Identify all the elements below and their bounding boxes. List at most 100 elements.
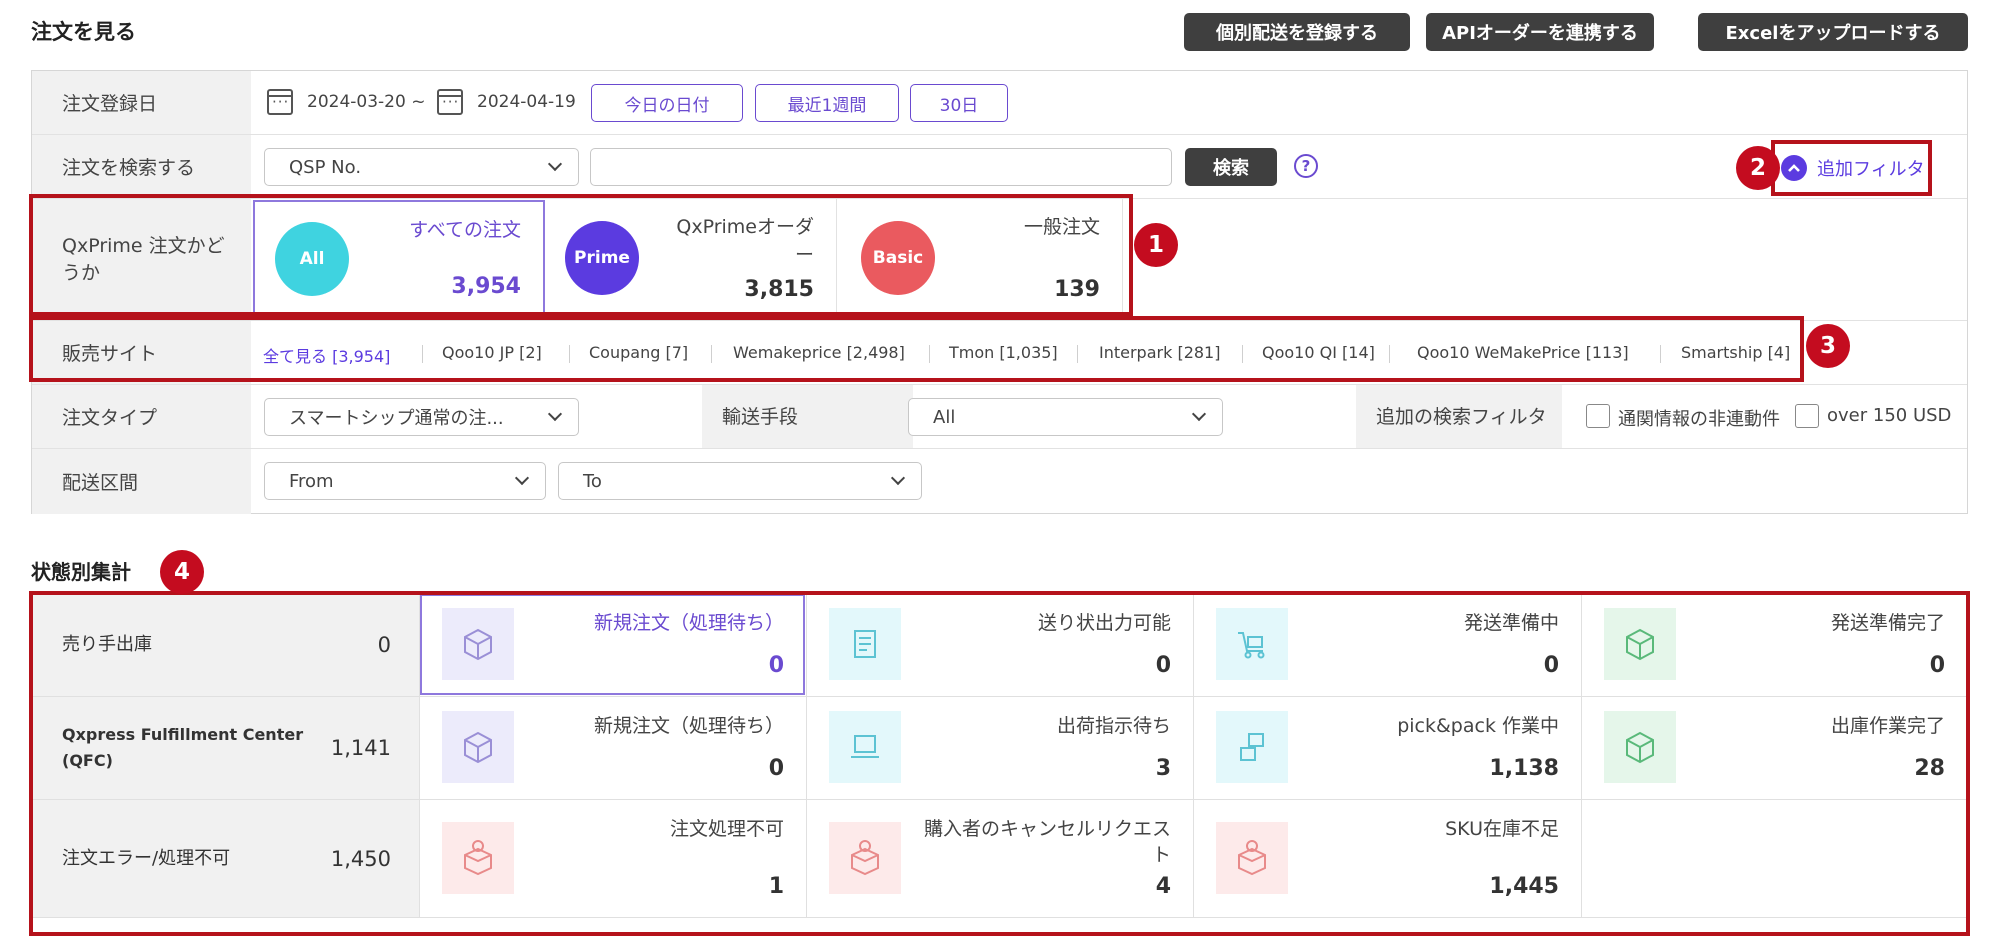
- site-coupang-link[interactable]: Coupang [7]: [589, 343, 688, 362]
- status-cell-qfc-new[interactable]: 新規注文（処理待ち） 0: [420, 697, 807, 800]
- last-week-button[interactable]: 最近1週間: [755, 84, 899, 122]
- box-error-icon: [442, 822, 514, 894]
- divider: [569, 345, 570, 363]
- divider: [1660, 345, 1661, 363]
- chevron-down-icon: [547, 156, 563, 172]
- divider: [422, 345, 423, 363]
- site-qoo10-qi-link[interactable]: Qoo10 QI [14]: [1262, 343, 1375, 362]
- status-count: 0: [1155, 653, 1171, 678]
- status-count: 0: [768, 756, 784, 781]
- site-wemakeprice-link[interactable]: Wemakeprice [2,498]: [733, 343, 905, 362]
- status-label: pick&pack 作業中: [1397, 715, 1559, 737]
- calendar-icon[interactable]: [267, 89, 293, 115]
- status-label: 発送準備中: [1463, 612, 1559, 634]
- all-orders-card[interactable]: All すべての注文 3,954: [253, 200, 545, 317]
- over-150-usd-label: over 150 USD: [1827, 405, 1952, 426]
- sales-site-label: 販売サイト: [32, 321, 251, 384]
- box-check-icon: [1604, 608, 1676, 680]
- search-type-select[interactable]: QSP No.: [264, 148, 579, 186]
- prime-badge: Prime: [565, 221, 639, 295]
- site-interpark-link[interactable]: Interpark [281]: [1099, 343, 1220, 362]
- box-error-icon: [829, 822, 901, 894]
- order-search-row: 注文を検索する QSP No. 検索 ? 追加フィルタ: [32, 135, 1967, 199]
- order-date-label: 注文登録日: [32, 71, 251, 134]
- status-label: SKU在庫不足: [1445, 818, 1559, 840]
- status-cell-unprocessable[interactable]: 注文処理不可 1: [420, 800, 807, 918]
- status-count: 4: [1155, 874, 1171, 899]
- row-label: 売り手出庫: [62, 634, 152, 655]
- transport-select[interactable]: All: [908, 398, 1223, 436]
- over-150-usd-checkbox[interactable]: [1795, 404, 1819, 428]
- status-label: 出庫作業完了: [1830, 715, 1945, 737]
- thirty-days-button[interactable]: 30日: [910, 84, 1008, 122]
- site-smartship-link[interactable]: Smartship [4]: [1681, 343, 1790, 362]
- status-count: 0: [1929, 653, 1945, 678]
- chevron-down-icon: [890, 470, 906, 486]
- status-cell-picking[interactable]: pick&pack 作業中 1,138: [1194, 697, 1582, 800]
- basic-orders-card[interactable]: Basic 一般注文 139: [837, 199, 1123, 318]
- api-order-link-button[interactable]: APIオーダーを連携する: [1426, 13, 1654, 51]
- qxprime-label: QxPrime 注文かどうか: [32, 199, 251, 320]
- page-title: 注文を見る: [31, 20, 136, 44]
- status-cell-awaiting-instruction[interactable]: 出荷指示待ち 3: [807, 697, 1194, 800]
- row-count: 1,141: [330, 736, 391, 760]
- delivery-row: 配送区間 From To: [32, 449, 1967, 514]
- status-cell-cancel-request[interactable]: 購入者のキャンセルリクエスト 4: [807, 800, 1194, 918]
- chevron-down-icon: [547, 406, 563, 422]
- customs-unlinked-checkbox[interactable]: [1586, 404, 1610, 428]
- annotation-marker-2: 2: [1736, 146, 1780, 190]
- today-button[interactable]: 今日の日付: [591, 84, 743, 122]
- status-cell-preparing[interactable]: 発送準備中 0: [1194, 594, 1582, 697]
- basic-orders-label: 一般注文: [1023, 216, 1100, 238]
- chevron-down-icon: [514, 470, 530, 486]
- additional-filter-toggle[interactable]: 追加フィルタ: [1781, 155, 1925, 181]
- status-label: 新規注文（処理待ち）: [593, 715, 784, 737]
- order-type-select[interactable]: スマートシップ通常の注...: [264, 398, 579, 436]
- register-individual-delivery-button[interactable]: 個別配送を登録する: [1184, 13, 1410, 51]
- calendar-icon[interactable]: [437, 89, 463, 115]
- from-select[interactable]: From: [264, 462, 546, 500]
- status-count: 1: [768, 874, 784, 899]
- status-cell-invoice[interactable]: 送り状出力可能 0: [807, 594, 1194, 697]
- basic-orders-count: 139: [1054, 277, 1100, 302]
- status-cell-empty: [1582, 800, 1968, 918]
- excel-upload-button[interactable]: Excelをアップロードする: [1698, 13, 1968, 51]
- search-type-value: QSP No.: [289, 156, 362, 178]
- sales-site-row: 販売サイト 全て見る [3,954] Qoo10 JP [2] Coupang …: [32, 321, 1967, 385]
- box-icon: [442, 608, 514, 680]
- annotation-marker-4: 4: [160, 550, 204, 594]
- search-input[interactable]: [590, 148, 1172, 186]
- status-label: 送り状出力可能: [1037, 612, 1171, 634]
- site-tmon-link[interactable]: Tmon [1,035]: [949, 343, 1058, 362]
- transport-label: 輸送手段: [702, 385, 913, 448]
- chevron-down-icon: [1191, 406, 1207, 422]
- order-search-label: 注文を検索する: [32, 135, 251, 198]
- order-type-label: 注文タイプ: [32, 385, 251, 448]
- box-check-icon: [1604, 711, 1676, 783]
- site-qoo10-wemakeprice-link[interactable]: Qoo10 WeMakePrice [113]: [1417, 343, 1629, 362]
- prime-orders-card[interactable]: Prime QxPrimeオーダー 3,815: [547, 199, 837, 318]
- extra-filter-label: 追加の検索フィルタ: [1356, 385, 1562, 448]
- search-button[interactable]: 検索: [1185, 148, 1277, 186]
- status-count: 3: [1155, 756, 1171, 781]
- row-header-error: 注文エラー/処理不可 1,450: [32, 800, 420, 918]
- additional-filter-label: 追加フィルタ: [1817, 159, 1925, 180]
- status-cell-sku-shortage[interactable]: SKU在庫不足 1,445: [1194, 800, 1582, 918]
- annotation-marker-1: 1: [1134, 223, 1178, 267]
- help-icon[interactable]: ?: [1294, 154, 1318, 178]
- status-cell-new-order[interactable]: 新規注文（処理待ち） 0: [420, 594, 807, 697]
- status-cell-shipped[interactable]: 出庫作業完了 28: [1582, 697, 1968, 800]
- customs-unlinked-label: 通関情報の非連動件: [1618, 409, 1780, 430]
- row-label: 注文エラー/処理不可: [62, 847, 231, 869]
- packing-icon: [1216, 711, 1288, 783]
- site-all-link[interactable]: 全て見る [3,954]: [263, 343, 390, 367]
- filter-panel: 注文登録日 2024-03-20 ~ 2024-04-19 今日の日付 最近1週…: [31, 70, 1968, 514]
- site-qoo10-jp-link[interactable]: Qoo10 JP [2]: [442, 343, 542, 362]
- row-header-seller: 売り手出庫 0: [32, 594, 420, 697]
- status-cell-ready[interactable]: 発送準備完了 0: [1582, 594, 1968, 697]
- chevron-up-icon: [1781, 155, 1807, 181]
- from-value: From: [289, 470, 334, 492]
- end-date[interactable]: 2024-04-19: [477, 92, 576, 112]
- to-select[interactable]: To: [558, 462, 922, 500]
- start-date[interactable]: 2024-03-20 ~: [307, 92, 425, 112]
